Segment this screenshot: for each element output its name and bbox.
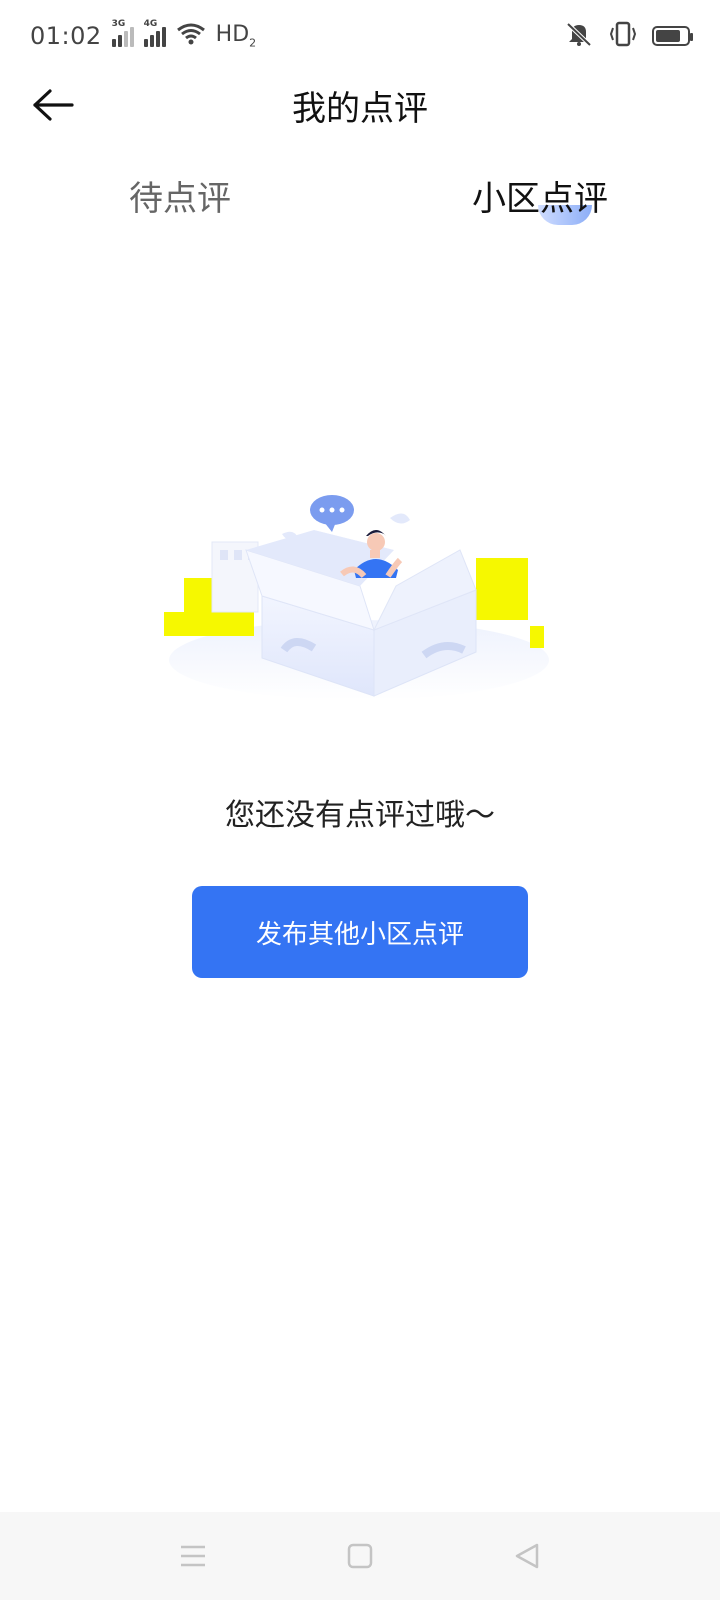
hd-sub: 2 xyxy=(249,36,257,50)
page-title: 我的点评 xyxy=(292,88,428,129)
back-nav-button[interactable] xyxy=(497,1526,557,1586)
status-left: 01:02 3G 4G HD2 xyxy=(30,19,256,50)
tab-label: 待点评 xyxy=(129,178,231,219)
system-nav-bar xyxy=(0,1512,720,1600)
screen: 01:02 3G 4G HD2 我的点评 待点评 小区点评 您还没有点评过哦～ … xyxy=(0,0,720,1600)
status-bar: 01:02 3G 4G HD2 xyxy=(0,0,720,72)
signal-3g-icon: 3G xyxy=(111,19,134,47)
status-time: 01:02 xyxy=(30,22,102,50)
tab-label: 小区点评 xyxy=(472,178,608,219)
arrow-left-icon xyxy=(33,89,74,121)
header: 我的点评 xyxy=(0,72,720,138)
menu-button[interactable] xyxy=(163,1526,223,1586)
back-button[interactable] xyxy=(28,80,78,130)
wifi-icon xyxy=(176,23,206,49)
home-square-icon xyxy=(347,1543,373,1569)
network-label-4g: 4G xyxy=(143,19,158,29)
menu-icon xyxy=(181,1545,206,1567)
mute-icon xyxy=(564,21,594,51)
status-right xyxy=(564,21,693,51)
signal-4g-icon: 4G xyxy=(143,19,166,47)
back-triangle-icon xyxy=(515,1543,538,1569)
home-button[interactable] xyxy=(330,1526,390,1586)
tab-pending-review[interactable]: 待点评 xyxy=(0,160,360,230)
battery-icon xyxy=(652,26,693,46)
empty-box-illustration xyxy=(164,495,549,700)
vibrate-icon xyxy=(608,21,638,51)
hd-label: HD xyxy=(215,22,250,48)
empty-message: 您还没有点评过哦～ xyxy=(225,798,495,833)
hd-indicator: HD2 xyxy=(216,22,256,49)
tab-community-review[interactable]: 小区点评 xyxy=(360,160,720,230)
tab-bar: 待点评 小区点评 xyxy=(0,160,720,230)
network-label-3g: 3G xyxy=(111,19,126,29)
publish-review-button[interactable]: 发布其他小区点评 xyxy=(192,886,528,978)
